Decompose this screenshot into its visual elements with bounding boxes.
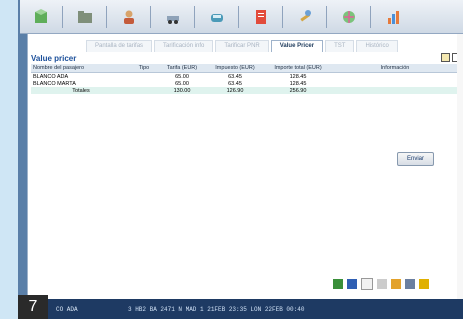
totals-impuesto: 126.90	[207, 87, 263, 94]
tab-tst[interactable]: TST	[325, 40, 355, 52]
tax-value: 63.45	[207, 72, 263, 80]
warning-icon[interactable]	[419, 279, 429, 289]
signal-icon[interactable]	[333, 279, 343, 289]
right-scroll-strip[interactable]	[457, 34, 463, 299]
enviar-button[interactable]: Enviar	[397, 152, 434, 166]
col-impuesto[interactable]: Impuesto (EUR)	[207, 64, 263, 73]
folder-icon[interactable]	[62, 5, 100, 28]
passenger-name: BLANCO MARTA	[31, 80, 131, 87]
edit-icon[interactable]	[405, 279, 415, 289]
table-row[interactable]: BLANCO MARTA 65.00 63.45 128.45	[31, 80, 457, 87]
tools-icon[interactable]	[282, 5, 320, 28]
home-icon[interactable]	[391, 279, 401, 289]
tab-tarificar-pnr[interactable]: Tarificar PNR	[215, 40, 269, 52]
section-title: Value pricer	[31, 54, 77, 63]
fare-value: 65.00	[157, 80, 207, 87]
totals-empty	[131, 87, 157, 94]
pen-icon[interactable]	[377, 279, 387, 289]
tab-historico[interactable]: Histórico	[356, 40, 398, 52]
chart-icon[interactable]	[370, 5, 408, 28]
flight-line: 3 HB2 BA 2471 N MAD 1 21FEB 23:35 LON 22…	[128, 305, 305, 313]
tab-tarificacion-info[interactable]: Tarificación info	[154, 40, 214, 52]
tax-value: 63.45	[207, 80, 263, 87]
pricing-table: Nombre del pasajero Tipo Tarifa (EUR) Im…	[31, 64, 457, 94]
terminal-status-bar: 3 HB2 BA 2471 N MAD 1 21FEB 23:35 LON 22…	[18, 299, 463, 319]
passenger-name: BLANCO ADA	[31, 72, 131, 80]
col-tipo[interactable]: Tipo	[131, 64, 157, 73]
save-icon[interactable]	[347, 279, 357, 289]
bottom-toolbar	[333, 278, 461, 290]
car-icon[interactable]	[150, 5, 188, 28]
totals-tarifa: 130.00	[157, 87, 207, 94]
passenger-type	[131, 80, 157, 87]
table-row[interactable]: BLANCO ADA 65.00 63.45 128.45	[31, 72, 457, 80]
tab-bar: Pantalla de tarifas Tarificación info Ta…	[86, 40, 398, 52]
col-nombre[interactable]: Nombre del pasajero	[31, 64, 131, 73]
car-front-icon[interactable]	[194, 5, 232, 28]
total-value: 128.45	[263, 72, 333, 80]
status-passenger: CO ADA	[56, 306, 78, 313]
tab-pantalla-de-tarifas[interactable]: Pantalla de tarifas	[86, 40, 153, 52]
main-toolbar	[20, 0, 463, 34]
totals-label: Totales	[31, 87, 131, 94]
globe-icon[interactable]	[326, 5, 364, 28]
passenger-type	[131, 72, 157, 80]
document-icon[interactable]	[238, 5, 276, 28]
printer-icon[interactable]	[441, 53, 450, 62]
info-value	[333, 80, 457, 87]
info-value	[333, 72, 457, 80]
person-icon[interactable]	[106, 5, 144, 28]
step-badge: 7	[18, 295, 48, 319]
fare-value: 65.00	[157, 72, 207, 80]
total-value: 128.45	[263, 80, 333, 87]
col-informacion[interactable]: Información	[333, 64, 457, 73]
value-pricer-panel: Pantalla de tarifas Tarificación info Ta…	[27, 34, 461, 299]
col-tarifa[interactable]: Tarifa (EUR)	[157, 64, 207, 73]
col-importe-total[interactable]: Importe total (EUR)	[263, 64, 333, 73]
tab-value-pricer[interactable]: Value Pricer	[270, 40, 324, 52]
page-icon[interactable]	[361, 278, 373, 290]
totals-row: Totales 130.00 126.90 256.90	[31, 87, 457, 94]
cube-icon[interactable]	[26, 6, 56, 28]
table-header-row: Nombre del pasajero Tipo Tarifa (EUR) Im…	[31, 64, 457, 73]
totals-info	[333, 87, 457, 94]
totals-total: 256.90	[263, 87, 333, 94]
